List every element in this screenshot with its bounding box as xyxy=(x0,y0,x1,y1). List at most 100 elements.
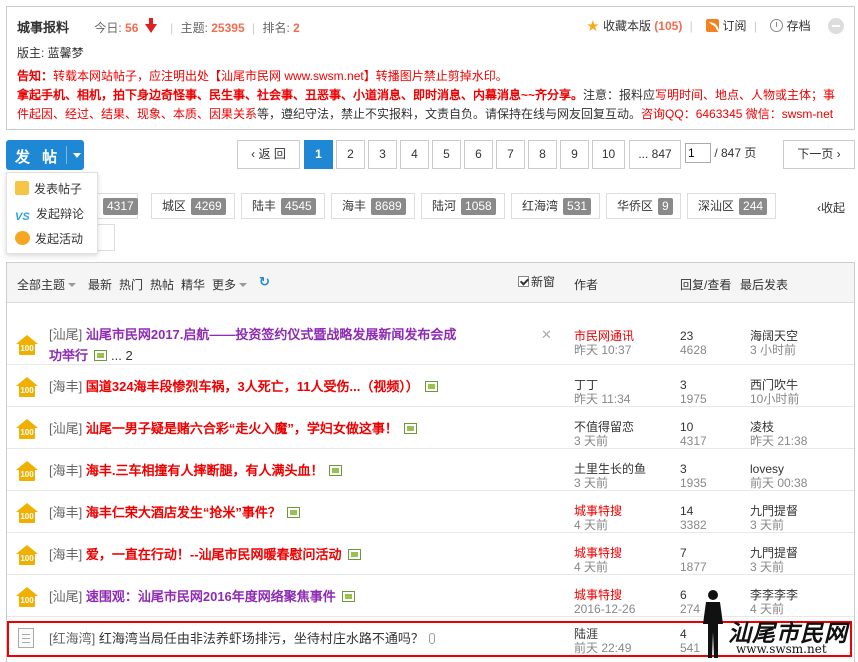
last-post-user[interactable]: 海阔天空 xyxy=(750,329,798,343)
page-1[interactable]: 1 xyxy=(304,140,333,169)
thread-title[interactable]: [海丰] 海丰仁荣大酒店发生“抢米”事件？ xyxy=(49,502,300,523)
subscribe-button[interactable]: 订阅 xyxy=(706,17,746,34)
thread-title-text[interactable]: 汕尾一男子疑是赌六合彩“走火入魔”，学妇女做这事！ xyxy=(86,421,398,436)
page-jump-input[interactable] xyxy=(685,142,711,163)
region-tab-extra[interactable] xyxy=(98,224,115,251)
filter-hot[interactable]: 热门 xyxy=(119,276,143,293)
thread-title-text[interactable]: 爱，一直在行动！--汕尾市民网暖春慰问活动 xyxy=(86,547,342,562)
last-post-user[interactable]: 凌枝 xyxy=(750,420,807,434)
last-post-time[interactable]: 昨天 21:38 xyxy=(750,434,807,448)
checkbox-icon[interactable] xyxy=(518,276,529,287)
author-name[interactable]: 不值得留恋 xyxy=(574,420,634,434)
page-7[interactable]: 7 xyxy=(496,140,525,169)
archive-button[interactable]: 存档 xyxy=(770,17,811,34)
region-tab-luhe[interactable]: 陆河 1058 xyxy=(421,193,505,219)
last-post-time[interactable]: 10小时前 xyxy=(750,392,799,406)
chevron-down-icon[interactable] xyxy=(73,153,81,158)
author-name[interactable]: 城事特搜 xyxy=(574,588,635,602)
filter-more[interactable]: 更多 xyxy=(212,276,248,293)
last-post-time[interactable]: 3 天前 xyxy=(750,560,798,574)
page-5[interactable]: 5 xyxy=(432,140,461,169)
page-10[interactable]: 10 xyxy=(592,140,625,169)
site-watermark: 汕尾市民网 www.swsm.net xyxy=(692,588,854,660)
page-3[interactable]: 3 xyxy=(368,140,397,169)
page-8[interactable]: 8 xyxy=(528,140,557,169)
last-post-user[interactable]: lovesy xyxy=(750,462,807,476)
post-time: 3 天前 xyxy=(574,476,609,490)
thread-title[interactable]: [汕尾] 汕尾市民网2017.启航——投资签约仪式暨战略发展新闻发布会成 xyxy=(49,324,456,345)
reply-count: 7 xyxy=(680,546,687,560)
region-count: 4545 xyxy=(281,198,316,215)
column-last-post[interactable]: 最后发表 xyxy=(740,276,788,293)
thread-title-text[interactable]: 海丰.三车相撞有人摔断腿，有人满头血！ xyxy=(86,463,324,478)
next-page-button[interactable]: 下一页 › xyxy=(783,140,855,169)
page-2[interactable]: 2 xyxy=(336,140,365,169)
page-6[interactable]: 6 xyxy=(464,140,493,169)
thread-author: 不值得留恋 3 天前 xyxy=(574,420,634,448)
last-post-user[interactable]: 西门吹牛 xyxy=(750,378,799,392)
thread-title-text[interactable]: 国道324海丰段惨烈车祸，3人死亡，11人受伤...（视频）） xyxy=(86,379,419,394)
menu-item-activity[interactable]: 发起活动 xyxy=(15,229,83,249)
page-jump: / 847 页 xyxy=(685,140,780,169)
thread-region-tag[interactable]: [汕尾] xyxy=(49,589,82,604)
thread-title-text[interactable]: 汕尾市民网2017.启航——投资签约仪式暨战略发展新闻发布会成 xyxy=(86,327,457,342)
author-name[interactable]: 城事特搜 xyxy=(574,504,622,518)
last-post: 九門提督 3 天前 xyxy=(750,546,798,574)
thread-title-text[interactable]: 功举行 xyxy=(49,348,88,363)
filter-hot-posts[interactable]: 热帖 xyxy=(150,276,174,293)
thread-title[interactable]: [汕尾] 汕尾一男子疑是赌六合彩“走火入魔”，学妇女做这事！ xyxy=(49,418,417,439)
author-name[interactable]: 城事特搜 xyxy=(574,546,622,560)
thread-title-text[interactable]: 速围观：汕尾市民网2016年度网络聚焦事件 xyxy=(86,589,336,604)
thread-region-tag[interactable]: [海丰] xyxy=(49,547,82,562)
image-attachment-icon xyxy=(286,507,300,518)
close-icon[interactable]: ✕ xyxy=(541,327,552,343)
page-4[interactable]: 4 xyxy=(400,140,429,169)
forum-notice: 告知：转载本网站帖子，应注明出处【汕尾市民网 www.swsm.net】转播图片… xyxy=(17,67,844,124)
region-tab-chengqu[interactable]: 城区 4269 xyxy=(151,193,235,219)
region-tab-shenshan[interactable]: 深汕区 244 xyxy=(687,193,776,219)
last-post-time[interactable]: 3 小时前 xyxy=(750,343,798,357)
thread-title[interactable]: [海丰] 海丰.三车相撞有人摔断腿，有人满头血！ xyxy=(49,460,343,481)
region-tab-lufeng[interactable]: 陆丰 4545 xyxy=(241,193,325,219)
thread-title-text[interactable]: 海丰仁荣大酒店发生“抢米”事件？ xyxy=(86,505,281,520)
region-tab-huaqiao[interactable]: 华侨区 9 xyxy=(606,193,681,219)
region-tab-haifeng[interactable]: 海丰 8689 xyxy=(331,193,415,219)
minimize-icon[interactable] xyxy=(828,18,844,34)
thread-title-cont[interactable]: 功举行 ... 2 xyxy=(49,345,133,366)
filter-latest[interactable]: 最新 xyxy=(88,276,112,293)
page-last[interactable]: ... 847 xyxy=(629,140,681,169)
thread-title[interactable]: [汕尾] 速围观：汕尾市民网2016年度网络聚焦事件 xyxy=(49,586,355,607)
page-9[interactable]: 9 xyxy=(560,140,589,169)
author-name[interactable]: 市民网通讯 xyxy=(574,329,634,343)
collapse-regions-link[interactable]: ‹收起 xyxy=(817,199,845,216)
last-post-time[interactable]: 3 天前 xyxy=(750,518,798,532)
thread-region-tag[interactable]: [汕尾] xyxy=(49,421,82,436)
last-post: 九門提督 3 天前 xyxy=(750,504,798,532)
filter-all-topics[interactable]: 全部主题 xyxy=(17,276,77,293)
thread-region-tag[interactable]: [汕尾] xyxy=(49,327,82,342)
menu-item-new-post[interactable]: 发表帖子 xyxy=(15,179,82,199)
back-button[interactable]: ‹ 返 回 xyxy=(237,140,300,169)
view-count: 3382 xyxy=(680,518,707,532)
last-post-time[interactable]: 前天 00:38 xyxy=(750,476,807,490)
menu-item-debate[interactable]: VS 发起辩论 xyxy=(15,204,84,224)
thread-region-tag[interactable]: [海丰] xyxy=(49,463,82,478)
author-name[interactable]: 土里生长的鱼 xyxy=(574,462,646,476)
thread-region-tag[interactable]: [海丰] xyxy=(49,505,82,520)
thread-title[interactable]: [海丰] 国道324海丰段惨烈车祸，3人死亡，11人受伤...（视频）） xyxy=(49,376,438,397)
thread-pages[interactable]: ... 2 xyxy=(111,348,133,363)
last-post: 凌枝 昨天 21:38 xyxy=(750,420,807,448)
favorite-button[interactable]: ★ 收藏本版 (105) xyxy=(586,17,682,35)
region-tab-partial[interactable]: 4317 xyxy=(98,193,138,219)
last-post-user[interactable]: 九門提督 xyxy=(750,504,798,518)
thread-title[interactable]: [海丰] 爱，一直在行动！--汕尾市民网暖春慰问活动 xyxy=(49,544,361,565)
author-name[interactable]: 丁丁 xyxy=(574,378,630,392)
filter-digest[interactable]: 精华 xyxy=(181,276,205,293)
thread-region-tag[interactable]: [海丰] xyxy=(49,379,82,394)
region-tab-honghaiwan[interactable]: 红海湾 531 xyxy=(511,193,600,219)
new-window-toggle[interactable]: 新窗 xyxy=(518,273,555,290)
last-post-user[interactable]: 九門提督 xyxy=(750,546,798,560)
column-reply-view[interactable]: 回复/查看 xyxy=(680,276,731,293)
new-post-button[interactable]: 发 帖 xyxy=(6,140,84,170)
refresh-icon[interactable]: ↻ xyxy=(259,274,270,290)
